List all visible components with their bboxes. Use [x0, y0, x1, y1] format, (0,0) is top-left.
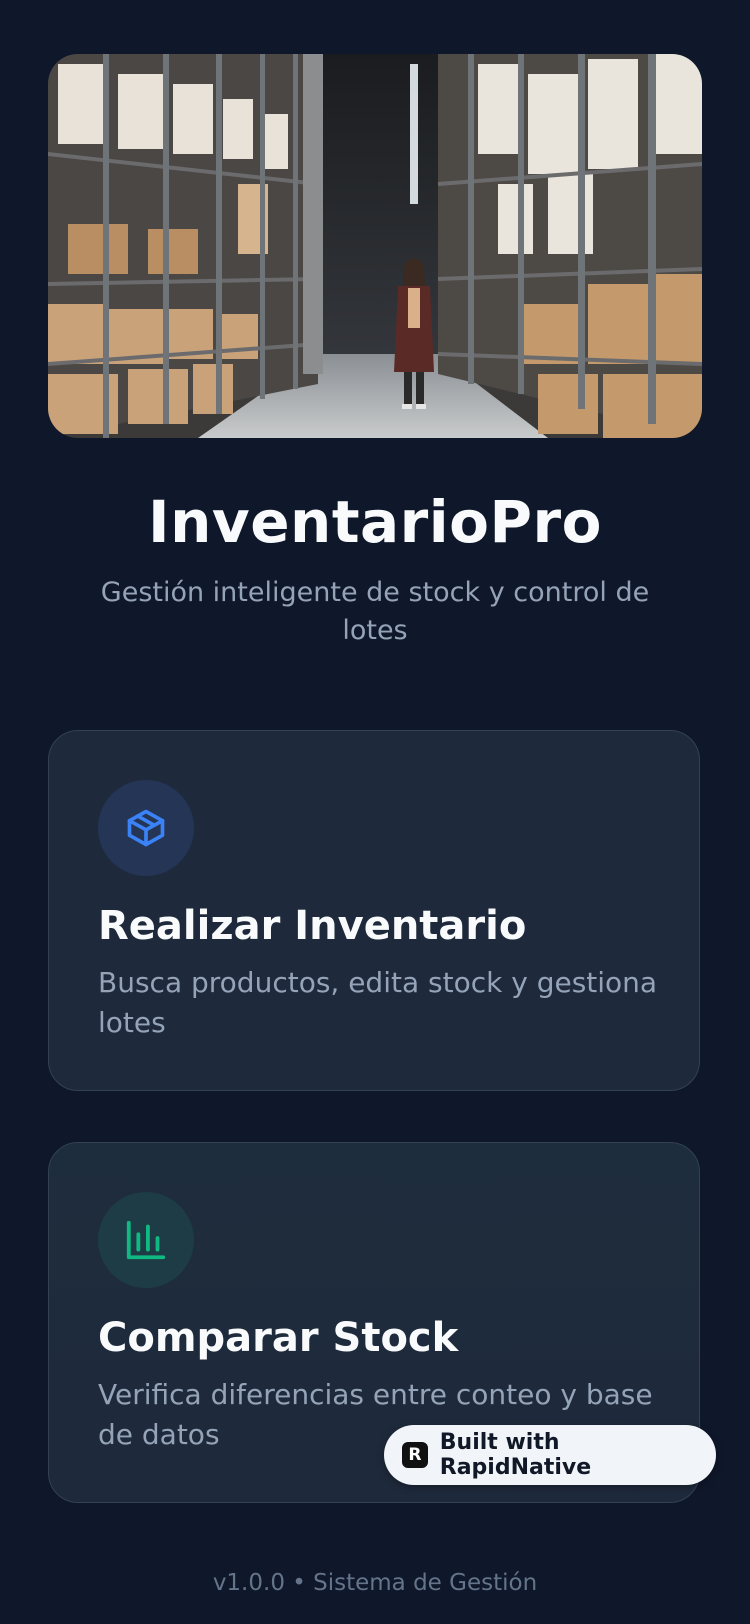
app-subtitle: Gestión inteligente de stock y control d…: [100, 577, 650, 646]
icon-container: [98, 780, 194, 876]
built-with-badge[interactable]: R Built with RapidNative: [384, 1425, 716, 1485]
realizar-inventario-card[interactable]: Realizar Inventario Busca productos, edi…: [48, 730, 700, 1091]
badge-label: Built with RapidNative: [439, 1430, 592, 1480]
version-footer: v1.0.0 • Sistema de Gestión: [212, 1570, 538, 1596]
app-title: InventarioPro: [148, 488, 602, 556]
icon-container: [98, 1192, 194, 1288]
box-icon: [127, 809, 165, 847]
hero-image: [48, 54, 702, 438]
card-title: Comparar Stock: [98, 1315, 459, 1361]
bar-chart-icon: [126, 1220, 166, 1260]
card-description: Busca productos, edita stock y gestiona …: [98, 966, 658, 1039]
card-title: Realizar Inventario: [98, 903, 527, 949]
rapidnative-logo-icon: R: [402, 1442, 428, 1468]
